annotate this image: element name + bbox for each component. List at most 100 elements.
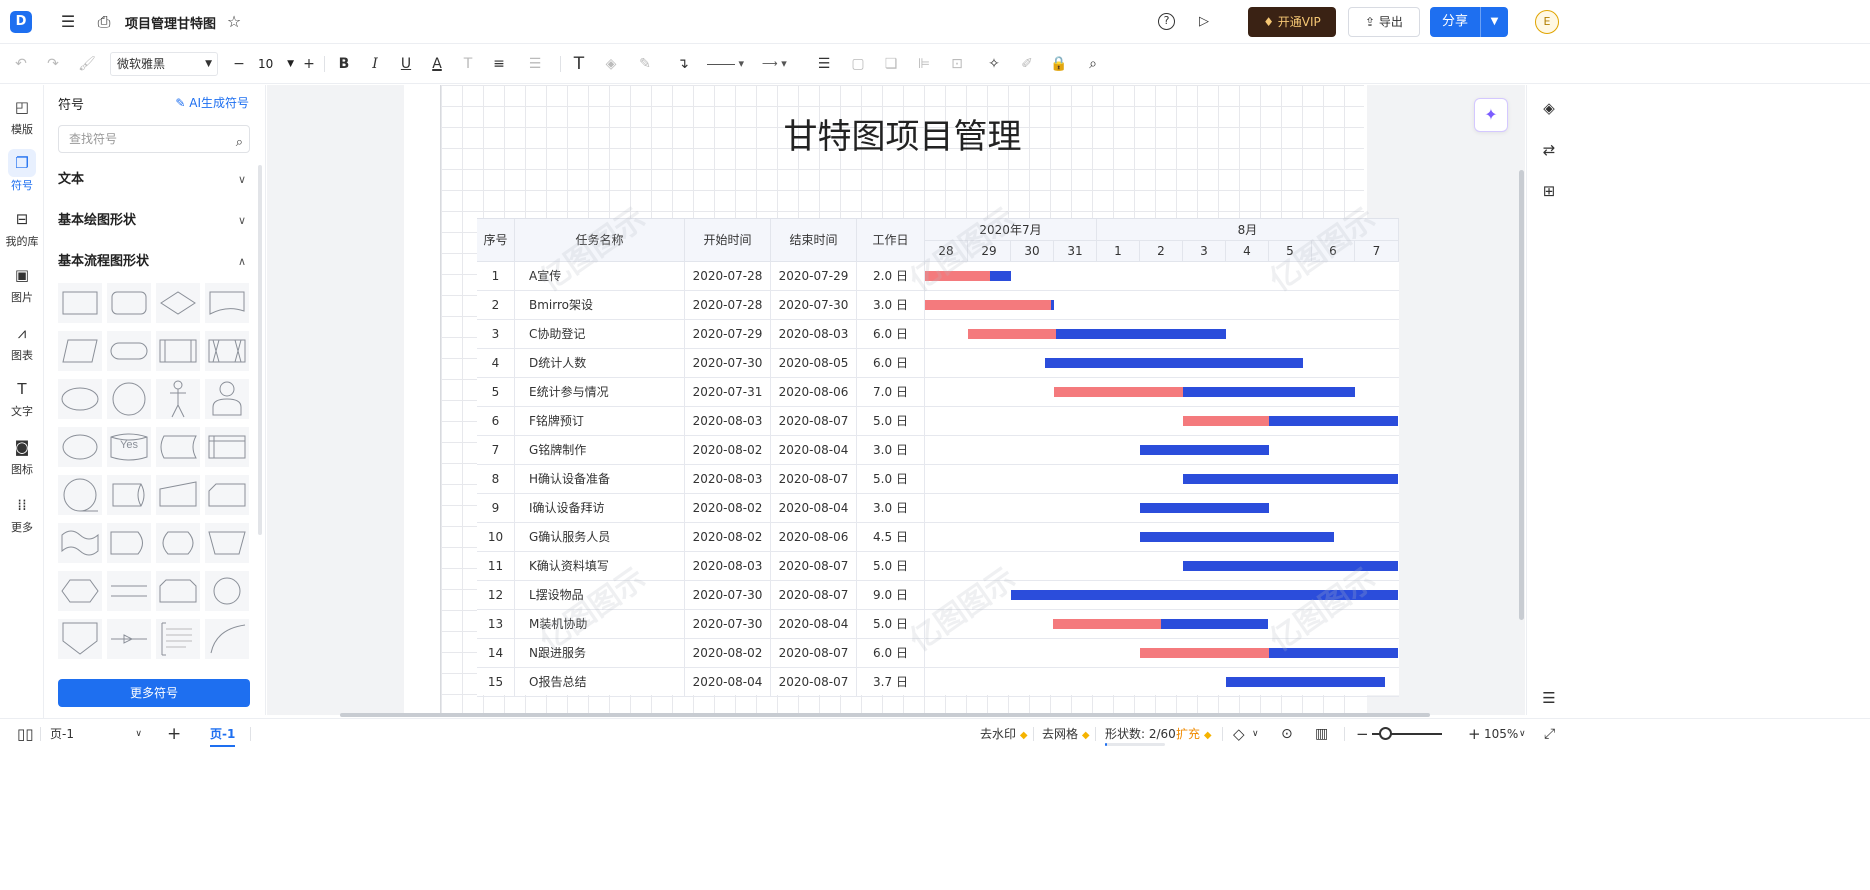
chevron-down-icon[interactable]: ▼ <box>1480 7 1508 37</box>
vip-button[interactable]: ♦ 开通VIP <box>1248 7 1336 37</box>
rail-item-1[interactable]: ❐ 符号 <box>0 149 44 193</box>
category-basic-shapes[interactable]: 基本绘图形状 ∨ <box>58 211 250 231</box>
focus-icon[interactable]: ⊙ <box>1281 719 1293 749</box>
arrow-style-select[interactable]: ⟶ ▾ <box>762 55 802 73</box>
menu-icon[interactable]: ☰ <box>58 12 78 32</box>
more-symbols-button[interactable]: 更多符号 <box>58 679 250 707</box>
task-bar[interactable] <box>1183 474 1398 484</box>
zoom-slider-knob[interactable] <box>1379 727 1392 740</box>
underline-icon[interactable]: U <box>395 53 417 75</box>
task-bar[interactable] <box>1045 358 1304 368</box>
settings-sliders-icon[interactable]: ☰ <box>1538 687 1560 709</box>
grid-apps-icon[interactable]: ⊞ <box>1538 180 1560 202</box>
share-button[interactable]: 分享 ▼ <box>1430 7 1508 37</box>
group-icon[interactable]: ▢ <box>847 53 869 75</box>
line-weight-icon[interactable]: ☰ <box>813 53 835 75</box>
table-row[interactable]: 4 D统计人数 2020-07-30 2020-08-05 6.0 日 <box>477 349 1399 378</box>
rail-item-4[interactable]: ⩘ 图表 <box>0 319 44 363</box>
zoom-level[interactable]: 105% <box>1484 719 1518 749</box>
task-progress-bar[interactable] <box>925 300 1052 310</box>
rail-item-6[interactable]: ◙ 图标 <box>0 433 44 477</box>
ai-generate-link[interactable]: ✎ AI生成符号 <box>175 94 249 111</box>
table-row[interactable]: 9 I确认设备拜访 2020-08-02 2020-08-04 3.0 日 <box>477 494 1399 523</box>
text-style-icon[interactable]: T <box>457 53 479 75</box>
export-button[interactable]: ⇪ 导出 <box>1348 7 1420 37</box>
remove-grid-button[interactable]: 去网格 ◆ <box>1042 719 1090 749</box>
panel-scrollbar[interactable] <box>258 165 262 535</box>
rail-item-7[interactable]: ⁞⁞ 更多 <box>0 491 44 535</box>
find-replace-icon[interactable]: ⌕ <box>1082 53 1104 75</box>
redo-icon[interactable]: ↷ <box>42 53 64 75</box>
task-bar[interactable] <box>1140 503 1269 513</box>
horizontal-scrollbar[interactable] <box>340 713 1430 717</box>
rail-item-3[interactable]: ▣ 图片 <box>0 261 44 305</box>
fill-icon[interactable]: ◈ <box>600 53 622 75</box>
task-progress-bar[interactable] <box>1054 387 1184 397</box>
rail-item-0[interactable]: ◰ 模版 <box>0 93 44 137</box>
gantt-title[interactable]: 甘特图项目管理 <box>441 109 1364 158</box>
layers-icon[interactable]: ◇ <box>1233 719 1245 749</box>
symbol-search-input[interactable]: 查找符号 ⌕ <box>58 125 250 153</box>
table-row[interactable]: 7 G铭牌制作 2020-08-02 2020-08-04 3.0 日 <box>477 436 1399 465</box>
table-row[interactable]: 15 O报告总结 2020-08-04 2020-08-07 3.7 日 <box>477 668 1399 697</box>
lock-icon[interactable]: 🔒 <box>1048 53 1070 75</box>
size-icon[interactable]: ⊡ <box>946 53 968 75</box>
line-style-select[interactable]: ▾ <box>707 55 749 73</box>
font-size-select[interactable]: 10 ▼ <box>254 52 296 76</box>
rail-item-2[interactable]: ⊟ 我的库 <box>0 205 44 249</box>
task-bar[interactable] <box>1140 445 1269 455</box>
task-progress-bar[interactable] <box>968 329 1056 339</box>
category-text[interactable]: 文本 ∨ <box>58 170 250 190</box>
add-page-icon[interactable]: + <box>167 719 181 749</box>
document-title[interactable]: 项目管理甘特图 <box>125 13 216 32</box>
format-painter-icon[interactable]: 🖌 <box>76 53 98 75</box>
arrange-icon[interactable]: ❏ <box>880 53 902 75</box>
page-panel-icon[interactable]: ▯▯ <box>17 719 34 749</box>
table-row[interactable]: 2 Bmirro架设 2020-07-28 2020-07-30 3.0 日 <box>477 291 1399 320</box>
page-settings-icon[interactable]: ⇄ <box>1538 139 1560 161</box>
align-icon[interactable]: ≡ <box>488 53 510 75</box>
map-icon[interactable]: ▥ <box>1315 719 1328 749</box>
font-color-icon[interactable]: A <box>426 53 448 75</box>
vertical-scrollbar[interactable] <box>1519 170 1524 620</box>
table-row[interactable]: 8 H确认设备准备 2020-08-03 2020-08-07 5.0 日 <box>477 465 1399 494</box>
table-row[interactable]: 10 G确认服务人员 2020-08-02 2020-08-06 4.5 日 <box>477 523 1399 552</box>
distribute-icon[interactable]: ⊫ <box>913 53 935 75</box>
chevron-down-icon[interactable]: ∨ <box>1519 719 1526 749</box>
play-icon[interactable]: ▷ <box>1194 12 1214 32</box>
table-row[interactable]: 5 E统计参与情况 2020-07-31 2020-08-06 7.0 日 <box>477 378 1399 407</box>
save-icon[interactable]: ⎙ <box>94 12 114 32</box>
canvas[interactable]: 甘特图项目管理 序号 任务名称 开始时间 结束时间 工作日 2020年7月 8月… <box>267 85 1519 715</box>
connector-icon[interactable]: ↴ <box>672 53 694 75</box>
bold-icon[interactable]: B <box>333 53 355 75</box>
avatar[interactable]: E <box>1535 10 1559 34</box>
zoom-in-icon[interactable]: + <box>1468 719 1481 749</box>
drawing-page[interactable]: 甘特图项目管理 序号 任务名称 开始时间 结束时间 工作日 2020年7月 8月… <box>404 85 1399 715</box>
page-tab[interactable]: 页-1 <box>210 719 236 747</box>
category-flowchart[interactable]: 基本流程图形状 ∧ <box>58 252 250 272</box>
line-spacing-icon[interactable]: ☰ <box>524 53 546 75</box>
page-select[interactable]: 页-1 ∨ <box>50 719 142 749</box>
expand-button[interactable]: 扩充 ◆ <box>1176 719 1212 749</box>
pen-icon[interactable]: ✎ <box>634 53 656 75</box>
app-logo[interactable]: D <box>10 11 32 33</box>
star-icon[interactable]: ☆ <box>224 12 244 32</box>
help-icon[interactable]: ? <box>1158 13 1175 30</box>
font-family-select[interactable]: 微软雅黑 ▼ <box>110 52 218 76</box>
task-progress-bar[interactable] <box>1183 416 1269 426</box>
paint-bucket-icon[interactable]: ◈ <box>1538 97 1560 119</box>
increase-font-icon[interactable]: + <box>298 53 320 75</box>
decrease-font-icon[interactable]: − <box>228 53 250 75</box>
remove-watermark-button[interactable]: 去水印 ◆ <box>980 719 1028 749</box>
table-row[interactable]: 6 F铭牌预订 2020-08-03 2020-08-07 5.0 日 <box>477 407 1399 436</box>
text-tool-icon[interactable]: T <box>568 53 590 75</box>
ai-assistant-button[interactable]: ✦ <box>1474 98 1508 132</box>
task-bar[interactable] <box>1226 677 1386 687</box>
magic-icon[interactable]: ✧ <box>983 53 1005 75</box>
task-progress-bar[interactable] <box>1140 648 1269 658</box>
chevron-down-icon[interactable]: ∨ <box>1252 719 1259 749</box>
table-row[interactable]: 3 C协助登记 2020-07-29 2020-08-03 6.0 日 <box>477 320 1399 349</box>
undo-icon[interactable]: ↶ <box>10 53 32 75</box>
search-icon[interactable]: ⌕ <box>236 130 243 156</box>
fullscreen-icon[interactable]: ⤢ <box>1544 719 1555 749</box>
